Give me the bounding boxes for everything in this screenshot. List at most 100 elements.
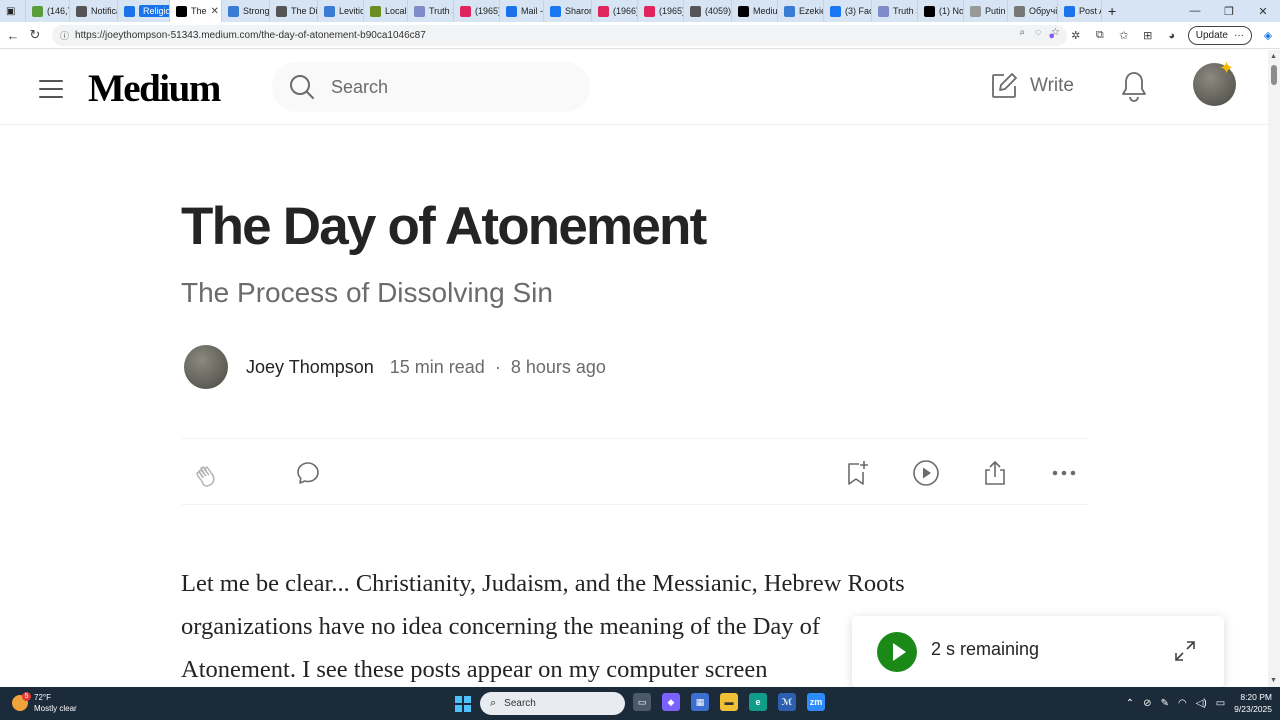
comment-icon [297, 462, 319, 484]
browser-tab[interactable]: Putin s [964, 0, 1008, 22]
listen-button[interactable] [912, 459, 940, 487]
store-icon[interactable]: ▦ [691, 693, 709, 711]
more-options-button[interactable] [1050, 459, 1078, 487]
battery-icon[interactable]: ▭ [1216, 698, 1225, 709]
back-icon[interactable]: ← [2, 28, 24, 43]
pen-icon[interactable]: ✎ [1161, 698, 1169, 709]
browser-tab[interactable]: Mail - [500, 0, 544, 22]
tab-list-button[interactable]: ▣ [0, 0, 26, 22]
copilot-app-icon[interactable]: ◆ [662, 693, 680, 711]
tab-favicon-icon [460, 5, 471, 17]
search-input[interactable] [331, 76, 551, 98]
weather-widget[interactable]: 5 72°F Mostly clear [12, 692, 77, 714]
zoom-app-icon[interactable]: zm [807, 693, 825, 711]
save-button[interactable] [843, 459, 871, 487]
file-explorer-icon[interactable]: ▬ [720, 693, 738, 711]
browser-tab[interactable]: Levitic [318, 0, 364, 22]
browser-tab[interactable]: (146,7 [26, 0, 70, 22]
tab-favicon-icon [124, 5, 135, 17]
browser-tab[interactable]: Notifica [70, 0, 118, 22]
write-button[interactable]: Write [990, 72, 1074, 100]
article-title: The Day of Atonement [181, 197, 707, 256]
browser-tab[interactable]: Sharon [544, 0, 592, 22]
tab-label: Mail - [521, 6, 543, 16]
tab-favicon-icon [690, 5, 701, 17]
clap-button[interactable] [194, 459, 222, 487]
weather-icon: 5 [12, 692, 31, 711]
close-tab-icon[interactable]: ✕ [211, 6, 219, 17]
tab-label: The Di [291, 6, 318, 16]
browser-tab[interactable]: Post A [1058, 0, 1102, 22]
tab-label: Sharon [565, 6, 592, 16]
browser-tab[interactable]: Ezekiel [778, 0, 824, 22]
edge-icon[interactable]: e [749, 693, 767, 711]
page-scrollbar[interactable]: ▲ ▼ [1268, 50, 1280, 687]
browser-tab[interactable]: The Di [270, 0, 318, 22]
browser-tab[interactable]: Обручі [1008, 0, 1058, 22]
browser-tab[interactable]: (1) Nor [918, 0, 964, 22]
browser-tab[interactable]: (1965) [454, 0, 500, 22]
browser-tab[interactable]: (3) Fac [824, 0, 872, 22]
share-button[interactable] [981, 459, 1009, 487]
close-window-icon[interactable]: ✕ [1246, 5, 1280, 18]
browser-tab[interactable]: Locals [364, 0, 408, 22]
refresh-icon[interactable]: ↻ [24, 27, 46, 43]
reader-icon[interactable]: ◌ [1035, 27, 1041, 38]
author-name[interactable]: Joey Thompson [246, 357, 374, 378]
app-icon[interactable]: ℳ [778, 693, 796, 711]
browser-tab[interactable]: (1965) [638, 0, 684, 22]
collections-icon[interactable]: ⊞ [1140, 29, 1156, 42]
task-view-icon[interactable]: ▭ [633, 693, 651, 711]
tab-favicon-icon [176, 5, 187, 17]
minimize-icon[interactable]: — [1178, 5, 1212, 17]
browser-tab[interactable]: The ✕ [170, 0, 222, 22]
scroll-down-icon[interactable]: ▼ [1270, 677, 1277, 684]
site-info-icon[interactable]: ⓘ [60, 29, 69, 42]
url-field[interactable]: ⓘ https://joeythompson-51343.medium.com/… [52, 25, 1067, 46]
zoom-icon[interactable]: ⌕ [1019, 27, 1025, 38]
tab-favicon-icon [276, 5, 287, 17]
member-star-icon: ✦ [1219, 58, 1235, 78]
clock-date: 9/23/2025 [1234, 704, 1272, 714]
posted-time: 8 hours ago [510, 356, 606, 377]
browser-tab[interactable]: (4059) [684, 0, 732, 22]
notifications-bell-icon[interactable] [1119, 70, 1149, 102]
new-tab-button[interactable]: + [1102, 0, 1120, 22]
update-button[interactable]: Update ··· [1187, 26, 1252, 45]
browser-tab[interactable]: Truth S [872, 0, 918, 22]
weather-badge: 5 [22, 692, 31, 701]
profile-icon[interactable]: ◕ [1164, 30, 1180, 42]
browser-tab-strip: ▣ (146,7 Notifica Religion The ✕ Strong The Di… [0, 0, 1280, 22]
copilot-extension-icon[interactable]: ● [1044, 30, 1060, 42]
network-off-icon[interactable]: ⊘ [1143, 698, 1151, 709]
medium-logo[interactable]: Medium [88, 66, 221, 111]
menu-icon[interactable] [39, 80, 63, 98]
volume-icon[interactable]: ◁) [1196, 698, 1207, 709]
search-box[interactable] [272, 62, 590, 112]
taskbar-search[interactable]: ⌕ Search [480, 692, 625, 715]
more-dots-icon [1052, 470, 1076, 476]
wifi-icon[interactable]: ◠ [1178, 698, 1187, 709]
tray-chevron-icon[interactable]: ⌃ [1126, 698, 1134, 709]
update-label: Update [1195, 30, 1228, 41]
browser-tab[interactable]: (1966) [592, 0, 638, 22]
restore-icon[interactable]: ❐ [1212, 5, 1246, 18]
expand-icon[interactable] [1174, 640, 1196, 662]
author-avatar[interactable] [184, 345, 228, 389]
copilot-icon[interactable]: ◈ [1260, 29, 1276, 42]
clock[interactable]: 8:20 PM 9/23/2025 [1234, 691, 1272, 715]
extensions-icon[interactable]: ✲ [1068, 29, 1084, 42]
favorites-icon[interactable]: ✩ [1116, 29, 1132, 42]
play-button[interactable] [877, 632, 917, 672]
scroll-thumb[interactable] [1271, 65, 1277, 85]
browser-tab[interactable]: Strong [222, 0, 270, 22]
tab-favicon-icon [644, 5, 655, 17]
scroll-up-icon[interactable]: ▲ [1270, 53, 1277, 60]
browser-tab[interactable]: Truth S [408, 0, 454, 22]
tab-label: Strong [243, 6, 270, 16]
comment-button[interactable] [294, 459, 322, 487]
split-screen-icon[interactable]: ⧉ [1092, 29, 1108, 42]
start-button[interactable] [455, 696, 471, 712]
browser-tab[interactable]: Religion [118, 0, 170, 22]
browser-tab[interactable]: Mediu [732, 0, 778, 22]
